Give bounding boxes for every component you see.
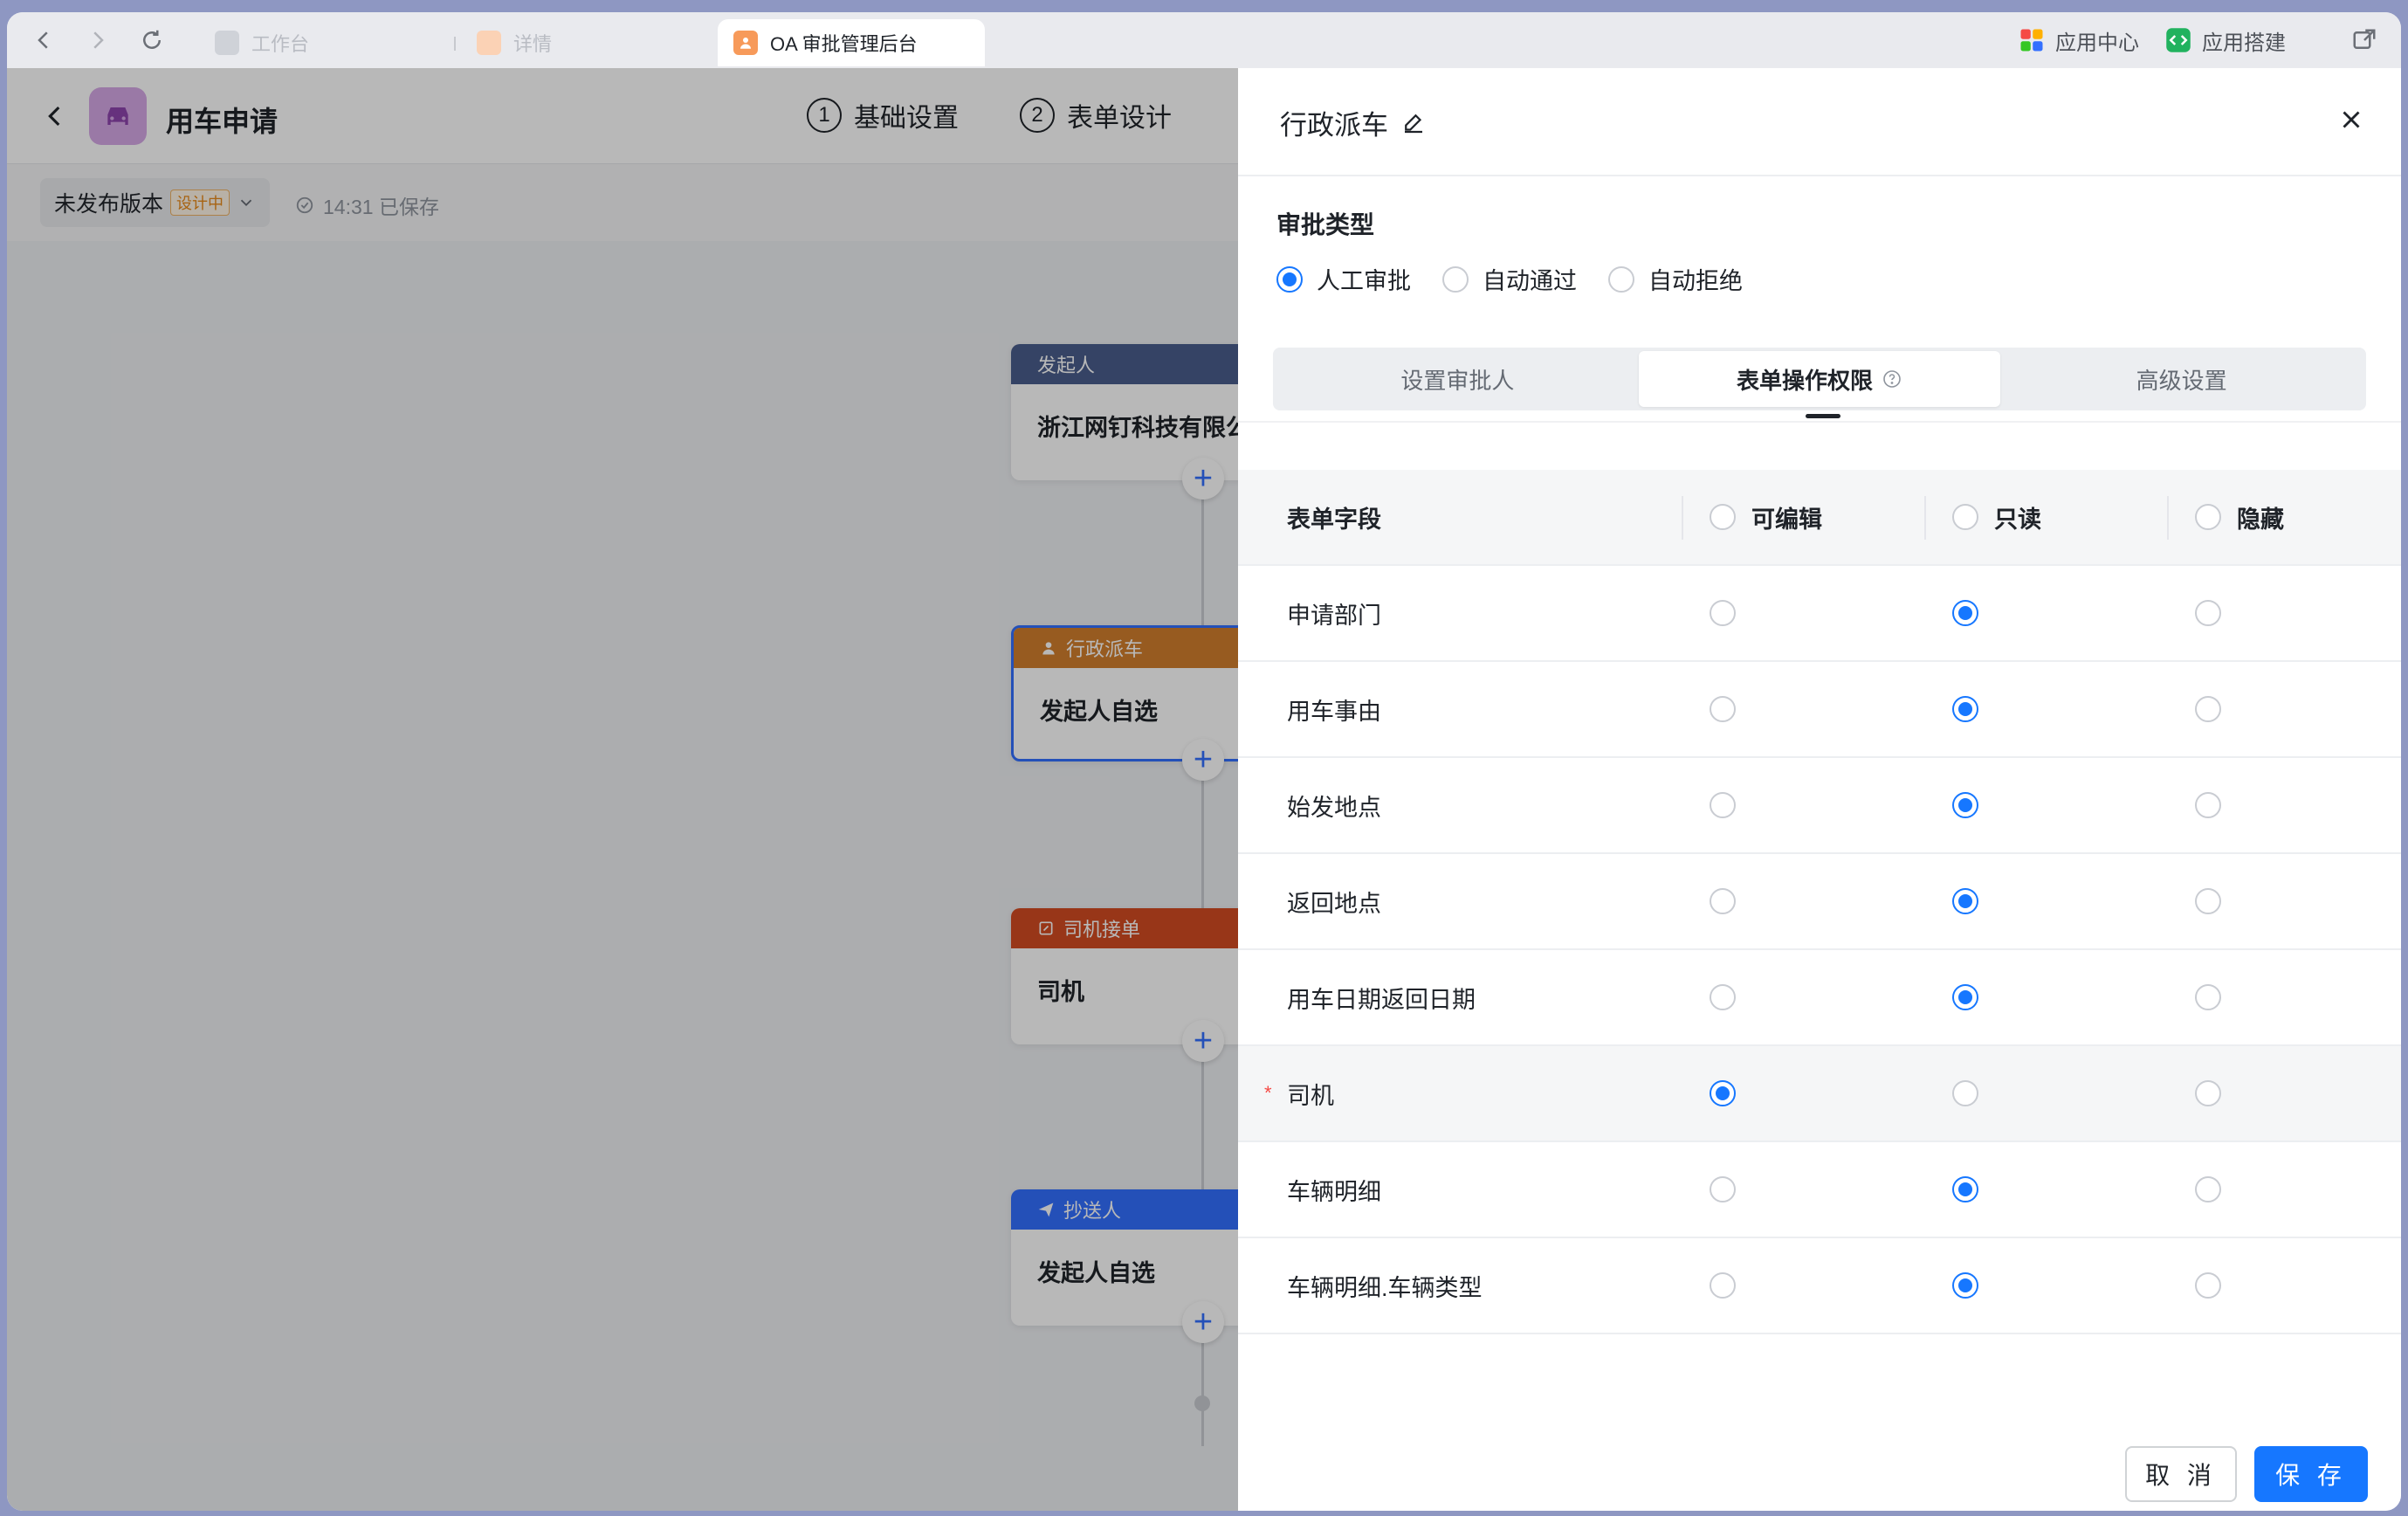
editable-radio[interactable] [1710, 696, 1736, 722]
app-center-link[interactable]: 应用中心 [2019, 23, 2139, 58]
tab-set-approver[interactable]: 设置审批人 [1276, 351, 1639, 407]
help-icon[interactable] [1882, 369, 1902, 389]
hidden-radio[interactable] [2195, 600, 2221, 626]
approval-type-manual[interactable]: 人工审批 [1276, 262, 1411, 296]
tab-advanced-settings[interactable]: 高级设置 [2000, 351, 2363, 407]
hidden-radio[interactable] [2195, 1272, 2221, 1299]
radio[interactable] [1608, 265, 1634, 293]
tab-indicator [1806, 414, 1840, 418]
hidden-radio[interactable] [2195, 1080, 2221, 1106]
editable-radio[interactable] [1710, 600, 1736, 626]
select-all-readonly-radio[interactable] [1952, 504, 1978, 530]
table-row: 用车事由 [1238, 662, 2401, 758]
readonly-radio[interactable] [1952, 696, 1978, 722]
field-name: 返回地点 [1287, 890, 1381, 917]
table-row: 车辆明细.数量（辆） [1238, 1334, 2401, 1345]
hidden-radio[interactable] [2195, 792, 2221, 818]
drawer-title: 行政派车 [1280, 103, 1427, 142]
person-icon [733, 31, 758, 55]
field-name: 申请部门 [1287, 602, 1381, 629]
app-build-link[interactable]: 应用搭建 [2165, 23, 2286, 58]
browser-tabbar: 工作台 详情 OA 审批管理后台 应用中心 应用搭建 [7, 12, 2401, 68]
drawer-footer: 取 消 保 存 [1238, 1415, 2401, 1511]
editable-radio[interactable] [1710, 1080, 1736, 1106]
hidden-radio[interactable] [2195, 696, 2221, 722]
editable-radio[interactable] [1710, 1272, 1736, 1299]
field-name: 用车事由 [1287, 698, 1381, 725]
table-row: 返回地点 [1238, 854, 2401, 950]
save-button[interactable]: 保 存 [2254, 1446, 2368, 1502]
permission-table: 表单字段 可编辑 只读 隐藏 申请部门用车事由始发地点返回地点用车日期返回日期 *… [1238, 470, 2401, 1345]
tab-form-permissions[interactable]: 表单操作权限 [1638, 351, 2001, 407]
column-readonly[interactable]: 只读 [1952, 500, 2041, 534]
browser-tab-detail[interactable]: 详情 [461, 19, 568, 66]
readonly-radio[interactable] [1952, 1080, 1978, 1106]
readonly-radio[interactable] [1952, 888, 1978, 914]
editable-radio[interactable] [1710, 1176, 1736, 1202]
browser-tab-oa[interactable]: OA 审批管理后台 [718, 19, 985, 66]
back-icon[interactable] [26, 23, 61, 58]
readonly-radio[interactable] [1952, 1176, 1978, 1202]
table-row: 申请部门 [1238, 566, 2401, 662]
field-name: 车辆明细.车辆类型 [1287, 1274, 1483, 1301]
org-icon [215, 31, 239, 55]
readonly-radio[interactable] [1952, 792, 1978, 818]
table-header-row: 表单字段 可编辑 只读 隐藏 [1238, 470, 2401, 566]
field-name: 始发地点 [1287, 794, 1381, 821]
select-all-editable-radio[interactable] [1710, 504, 1736, 530]
person-icon [477, 31, 501, 55]
browser-window: 工作台 详情 OA 审批管理后台 应用中心 应用搭建 用车申请 1 基础设置 2… [7, 12, 2401, 1511]
radio[interactable] [1442, 265, 1469, 293]
table-row: 车辆明细 [1238, 1142, 2401, 1238]
column-editable[interactable]: 可编辑 [1710, 500, 1822, 534]
edit-pencil-icon[interactable] [1400, 110, 1427, 136]
field-name: 司机 [1287, 1082, 1334, 1109]
field-name: 用车日期返回日期 [1287, 986, 1476, 1013]
settings-tabs: 设置审批人 表单操作权限 高级设置 [1273, 348, 2366, 410]
select-all-hidden-radio[interactable] [2195, 504, 2221, 530]
hidden-radio[interactable] [2195, 888, 2221, 914]
hidden-radio[interactable] [2195, 1176, 2221, 1202]
cancel-button[interactable]: 取 消 [2125, 1446, 2237, 1502]
code-icon [2166, 28, 2191, 52]
table-row: 始发地点 [1238, 758, 2401, 854]
readonly-radio[interactable] [1952, 984, 1978, 1010]
modal-overlay[interactable] [7, 68, 1238, 1511]
field-name: 车辆明细 [1287, 1178, 1381, 1205]
editable-radio[interactable] [1710, 984, 1736, 1010]
hidden-radio[interactable] [2195, 984, 2221, 1010]
close-icon[interactable] [2336, 105, 2366, 134]
approval-type-label: 审批类型 [1276, 211, 1375, 238]
editable-radio[interactable] [1710, 888, 1736, 914]
approval-type-auto-pass[interactable]: 自动通过 [1442, 262, 1577, 296]
app-grid-icon [2020, 29, 2043, 52]
radio[interactable] [1276, 265, 1303, 293]
table-row: * 司机 [1238, 1046, 2401, 1142]
drawer-header: 行政派车 [1238, 68, 2401, 176]
readonly-radio[interactable] [1952, 600, 1978, 626]
approval-type-group: 人工审批 自动通过 自动拒绝 [1276, 262, 1774, 296]
readonly-radio[interactable] [1952, 1272, 1978, 1299]
required-mark: * [1264, 1082, 1272, 1104]
column-hidden[interactable]: 隐藏 [2195, 500, 2284, 534]
node-settings-drawer: 行政派车 审批类型 人工审批 自动通过 自动拒绝 设置审批人 表单操作权限 高级… [1238, 68, 2401, 1511]
editable-radio[interactable] [1710, 792, 1736, 818]
table-row: 用车日期返回日期 [1238, 950, 2401, 1046]
forward-icon[interactable] [80, 23, 115, 58]
open-window-icon[interactable] [2347, 23, 2382, 58]
browser-tab-workbench[interactable]: 工作台 [199, 19, 325, 66]
refresh-icon[interactable] [134, 23, 169, 58]
table-row: 车辆明细.车辆类型 [1238, 1238, 2401, 1334]
approval-type-auto-reject[interactable]: 自动拒绝 [1608, 262, 1743, 296]
